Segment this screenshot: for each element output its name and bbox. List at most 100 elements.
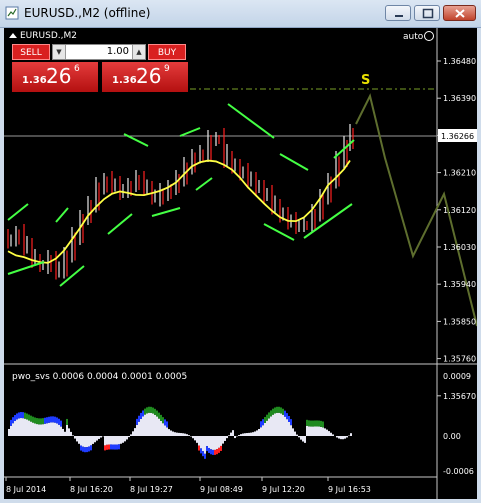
histogram-bar-cap — [22, 412, 24, 419]
lot-increase-icon[interactable]: ▲ — [132, 45, 145, 59]
histogram-bar — [232, 430, 234, 436]
histogram-bar-cap — [58, 418, 60, 425]
histogram-bar-cap — [114, 444, 116, 450]
histogram-bar-cap — [40, 418, 42, 425]
histogram-bar — [134, 428, 136, 436]
histogram-bar — [252, 432, 254, 436]
histogram-bar — [114, 436, 116, 445]
histogram-bar — [292, 428, 294, 436]
histogram-bar — [156, 416, 158, 436]
histogram-bar — [60, 426, 62, 436]
histogram-bar-cap — [34, 417, 36, 424]
histogram-bar-cap — [158, 412, 160, 419]
histogram-bar — [286, 419, 288, 436]
time-tick-label: 9 Jul 08:49 — [200, 485, 243, 494]
lot-decrease-icon[interactable]: ▼ — [53, 45, 66, 59]
histogram-bar — [122, 436, 124, 443]
histogram-bar — [304, 436, 306, 443]
histogram-bar-cap — [26, 413, 28, 420]
price-chart[interactable]: S 1.364801.363901.363001.362101.361201.3… — [4, 28, 477, 499]
close-icon — [455, 9, 465, 18]
candles-group — [7, 124, 354, 280]
maximize-button[interactable] — [414, 5, 440, 21]
histogram-bar — [312, 426, 314, 436]
time-tick-label: 8 Jul 16:20 — [70, 485, 113, 494]
histogram-bar — [54, 422, 56, 436]
histogram-bar — [184, 433, 186, 436]
histogram-bar-cap — [210, 449, 212, 455]
histogram-bar — [238, 435, 240, 436]
histogram-bar — [128, 436, 130, 438]
lot-size-input[interactable]: ▼ 1.00 ▲ — [52, 44, 146, 60]
histogram-bar — [146, 413, 148, 436]
histogram-bar-cap — [162, 417, 164, 424]
histogram-bar-cap — [24, 412, 26, 419]
chart-area[interactable]: S 1.364801.363901.363001.362101.361201.3… — [4, 28, 477, 499]
histogram-bar-cap — [212, 449, 214, 455]
histogram-bar — [250, 432, 252, 436]
histogram-bar-cap — [12, 417, 14, 424]
histogram-bar — [90, 436, 92, 446]
histogram-bar — [136, 424, 138, 436]
upper-band-line — [55, 207, 69, 223]
histogram-bar — [24, 418, 26, 436]
signal-letter: S — [361, 73, 370, 88]
price-tick-label: 1.35670 — [443, 392, 476, 401]
histogram-bar — [106, 436, 108, 445]
histogram-bar — [242, 433, 244, 436]
histogram-bar — [216, 436, 218, 450]
histogram-bar-cap — [142, 410, 144, 417]
buy-price-button[interactable]: 1.36 26 9 — [102, 62, 188, 92]
histogram-bar — [320, 426, 322, 436]
histogram-bar — [20, 418, 22, 436]
histogram-bar — [222, 436, 224, 444]
upper-band-line — [7, 203, 29, 221]
histogram-bar-cap — [274, 407, 276, 414]
histogram-bar-cap — [140, 412, 142, 419]
histogram-bar-cap — [18, 412, 20, 419]
buy-price-big: 1.36 — [112, 75, 137, 86]
histogram-bar — [230, 432, 232, 436]
histogram-bar — [80, 436, 82, 446]
histogram-bar — [206, 436, 208, 447]
sell-price-sup: 6 — [74, 64, 80, 74]
sell-price-button[interactable]: 1.36 26 6 — [12, 62, 98, 92]
histogram-bar — [284, 416, 286, 436]
histogram-bar — [104, 436, 106, 446]
histogram-bar — [8, 428, 10, 436]
histogram-bar — [344, 436, 346, 439]
window-title: EURUSD.,M2 (offline) — [24, 6, 151, 20]
histogram-bar-cap — [154, 408, 156, 415]
histogram-bar-cap — [16, 413, 18, 420]
histogram-bar — [70, 431, 72, 436]
histogram-bar — [264, 422, 266, 436]
histogram-bar — [160, 420, 162, 436]
minimize-button[interactable] — [385, 5, 411, 21]
histogram-bar — [208, 436, 210, 448]
histogram-bar — [340, 436, 342, 440]
histogram-bar — [98, 436, 100, 439]
close-button[interactable] — [443, 5, 476, 21]
histogram-bar-cap — [166, 421, 168, 428]
histogram-bar — [224, 436, 226, 441]
histogram-bar-cap — [306, 419, 308, 426]
sell-button[interactable]: SELL — [12, 44, 50, 60]
histogram-bar — [318, 426, 320, 436]
histogram-bar-cap — [220, 445, 222, 451]
time-tick-label: 8 Jul 19:27 — [130, 485, 173, 494]
histogram-bar — [84, 436, 86, 448]
symbol-menu-icon[interactable] — [9, 33, 17, 38]
histogram-bar — [254, 431, 256, 436]
lower-band-line — [263, 223, 295, 241]
buy-button[interactable]: BUY — [148, 44, 186, 60]
histogram-bar — [44, 423, 46, 436]
histogram-bar — [170, 430, 172, 436]
histogram-bar — [308, 426, 310, 436]
histogram-bar — [244, 433, 246, 436]
histogram-bar-cap — [146, 407, 148, 414]
price-tick-label: 1.36120 — [443, 206, 476, 215]
histogram-bar-cap — [314, 420, 316, 427]
indicator-label: pwo_svs 0.0006 0.0004 0.0001 0.0005 — [12, 372, 188, 382]
histogram-bar — [82, 436, 84, 447]
histogram-bar-cap — [104, 445, 106, 451]
